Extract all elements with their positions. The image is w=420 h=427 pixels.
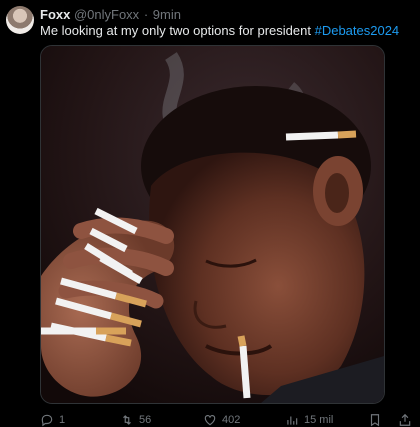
views-count: 15 mil (304, 413, 334, 426)
reply-icon (41, 414, 53, 426)
tweet-actions: 1 56 402 15 mil (0, 412, 420, 427)
author-name[interactable]: Foxx (40, 7, 70, 22)
avatar[interactable] (6, 6, 34, 34)
like-button[interactable]: 402 (203, 412, 240, 427)
tweet-body: Me looking at my only two options for pr… (40, 23, 315, 38)
share-icon (399, 413, 411, 426)
reply-button[interactable]: 1 (40, 412, 65, 427)
tweet-header: Foxx @0nlyFoxx · 9min (40, 7, 181, 22)
separator-dot: · (143, 7, 149, 22)
hashtag-link[interactable]: #Debates2024 (315, 23, 400, 38)
tweet-image[interactable] (40, 45, 385, 404)
views-icon (287, 416, 298, 425)
meme-photo (41, 46, 384, 403)
views-button[interactable]: 15 mil (285, 412, 333, 427)
timestamp[interactable]: 9min (153, 7, 181, 22)
tweet[interactable]: Foxx @0nlyFoxx · 9min Me looking at my o… (0, 0, 420, 427)
retweet-count: 56 (139, 413, 152, 426)
like-count: 402 (222, 413, 241, 426)
tweet-text: Me looking at my only two options for pr… (40, 23, 399, 38)
retweet-button[interactable]: 56 (120, 412, 151, 427)
share-button[interactable] (398, 412, 412, 427)
author-handle[interactable]: @0nlyFoxx (74, 7, 139, 22)
reply-count: 1 (59, 413, 66, 426)
bookmark-icon (370, 413, 380, 426)
bookmark-button[interactable] (368, 412, 382, 427)
retweet-icon (123, 414, 131, 425)
like-icon (204, 414, 216, 425)
